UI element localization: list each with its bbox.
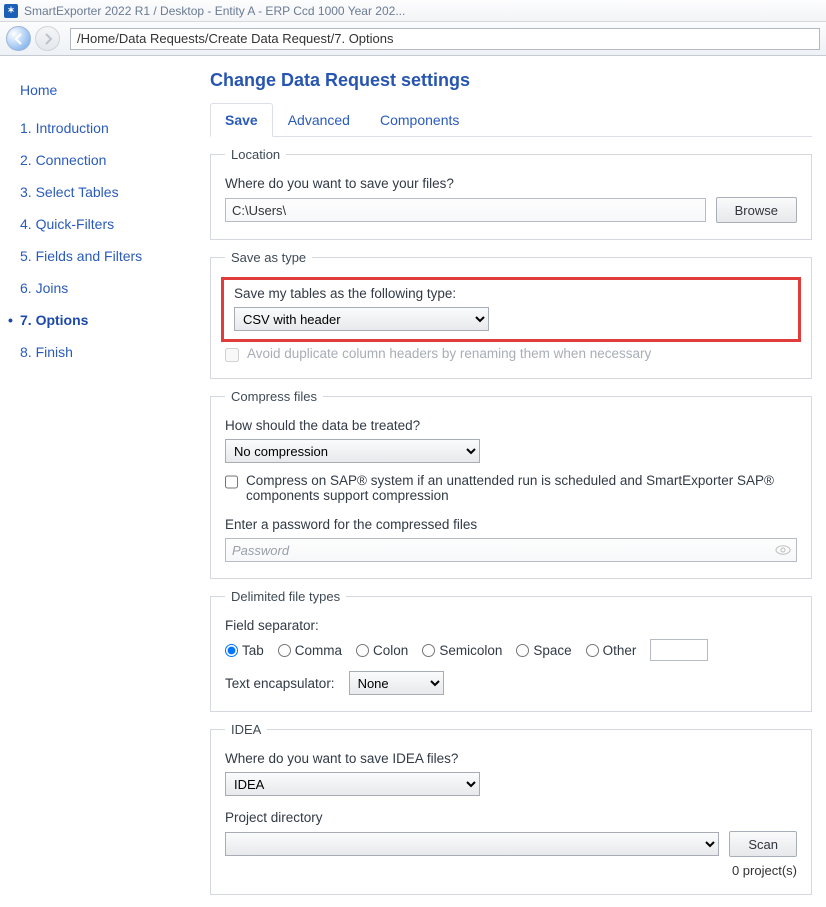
sep-comma[interactable]: Comma: [278, 643, 342, 658]
sidebar-home[interactable]: Home: [20, 74, 200, 112]
settings-tabs: Save Advanced Components: [210, 103, 812, 137]
sidebar-item-introduction[interactable]: 1. Introduction: [20, 112, 200, 144]
arrow-right-icon: [42, 33, 54, 45]
address-bar[interactable]: /Home/Data Requests/Create Data Request/…: [70, 28, 820, 50]
compress-prompt: How should the data be treated?: [225, 418, 797, 433]
compress-pwd-prompt: Enter a password for the compressed file…: [225, 517, 797, 532]
nav-bar: /Home/Data Requests/Create Data Request/…: [0, 22, 826, 56]
project-count: 0 project(s): [225, 863, 797, 878]
idea-group: IDEA Where do you want to save IDEA file…: [210, 722, 812, 895]
compress-select[interactable]: No compression: [225, 439, 480, 463]
sidebar-item-connection[interactable]: 2. Connection: [20, 144, 200, 176]
encapsulator-label: Text encapsulator:: [225, 676, 335, 691]
location-path-input[interactable]: [225, 198, 706, 222]
title-bar: ✶ SmartExporter 2022 R1 / Desktop - Enti…: [0, 0, 826, 22]
sep-semicolon[interactable]: Semicolon: [422, 643, 502, 658]
arrow-left-icon: [13, 33, 25, 45]
content-pane: Change Data Request settings Save Advanc…: [200, 56, 826, 907]
compress-group: Compress files How should the data be tr…: [210, 389, 812, 579]
separator-label: Field separator:: [225, 618, 797, 633]
sidebar-item-joins[interactable]: 6. Joins: [20, 272, 200, 304]
app-icon: ✶: [4, 4, 18, 18]
save-type-prompt: Save my tables as the following type:: [234, 286, 788, 301]
sidebar-item-finish[interactable]: 8. Finish: [20, 336, 200, 368]
location-group: Location Where do you want to save your …: [210, 147, 812, 240]
idea-prompt: Where do you want to save IDEA files?: [225, 751, 797, 766]
compress-sap-label: Compress on SAP® system if an unattended…: [246, 473, 797, 503]
tab-advanced[interactable]: Advanced: [273, 103, 365, 137]
nav-back-button[interactable]: [6, 26, 31, 51]
delimited-group: Delimited file types Field separator: Ta…: [210, 589, 812, 712]
address-text: /Home/Data Requests/Create Data Request/…: [77, 31, 394, 46]
tab-components[interactable]: Components: [365, 103, 474, 137]
highlight-save-type: Save my tables as the following type: CS…: [221, 277, 801, 342]
sidebar-item-quick-filters[interactable]: 4. Quick-Filters: [20, 208, 200, 240]
sidebar-item-options[interactable]: 7. Options: [20, 304, 200, 336]
save-as-type-legend: Save as type: [225, 250, 312, 265]
sep-other[interactable]: Other: [586, 643, 637, 658]
wizard-sidebar: Home 1. Introduction 2. Connection 3. Se…: [0, 56, 200, 907]
nav-forward-button: [35, 26, 60, 51]
sidebar-item-select-tables[interactable]: 3. Select Tables: [20, 176, 200, 208]
sep-space[interactable]: Space: [516, 643, 571, 658]
idea-legend: IDEA: [225, 722, 267, 737]
avoid-duplicate-checkbox: [225, 348, 239, 362]
sidebar-item-fields-filters[interactable]: 5. Fields and Filters: [20, 240, 200, 272]
window-title: SmartExporter 2022 R1 / Desktop - Entity…: [24, 4, 405, 18]
location-legend: Location: [225, 147, 286, 162]
sep-other-input[interactable]: [650, 639, 708, 661]
page-title: Change Data Request settings: [210, 70, 812, 91]
idea-location-select[interactable]: IDEA: [225, 772, 480, 796]
save-type-select[interactable]: CSV with header: [234, 307, 489, 331]
encapsulator-select[interactable]: None: [349, 671, 444, 695]
projdir-select[interactable]: [225, 832, 719, 856]
sep-colon[interactable]: Colon: [356, 643, 408, 658]
save-as-type-group: Save as type Save my tables as the follo…: [210, 250, 812, 379]
location-prompt: Where do you want to save your files?: [225, 176, 797, 191]
projdir-label: Project directory: [225, 810, 797, 825]
avoid-duplicate-label: Avoid duplicate column headers by renami…: [247, 346, 651, 361]
delimited-legend: Delimited file types: [225, 589, 346, 604]
browse-button[interactable]: Browse: [716, 197, 797, 223]
compress-legend: Compress files: [225, 389, 323, 404]
scan-button[interactable]: Scan: [729, 831, 797, 857]
compress-password-input[interactable]: [225, 538, 797, 562]
compress-sap-checkbox[interactable]: [225, 475, 238, 489]
tab-save[interactable]: Save: [210, 103, 273, 137]
sep-tab[interactable]: Tab: [225, 643, 264, 658]
eye-icon[interactable]: [775, 542, 791, 558]
